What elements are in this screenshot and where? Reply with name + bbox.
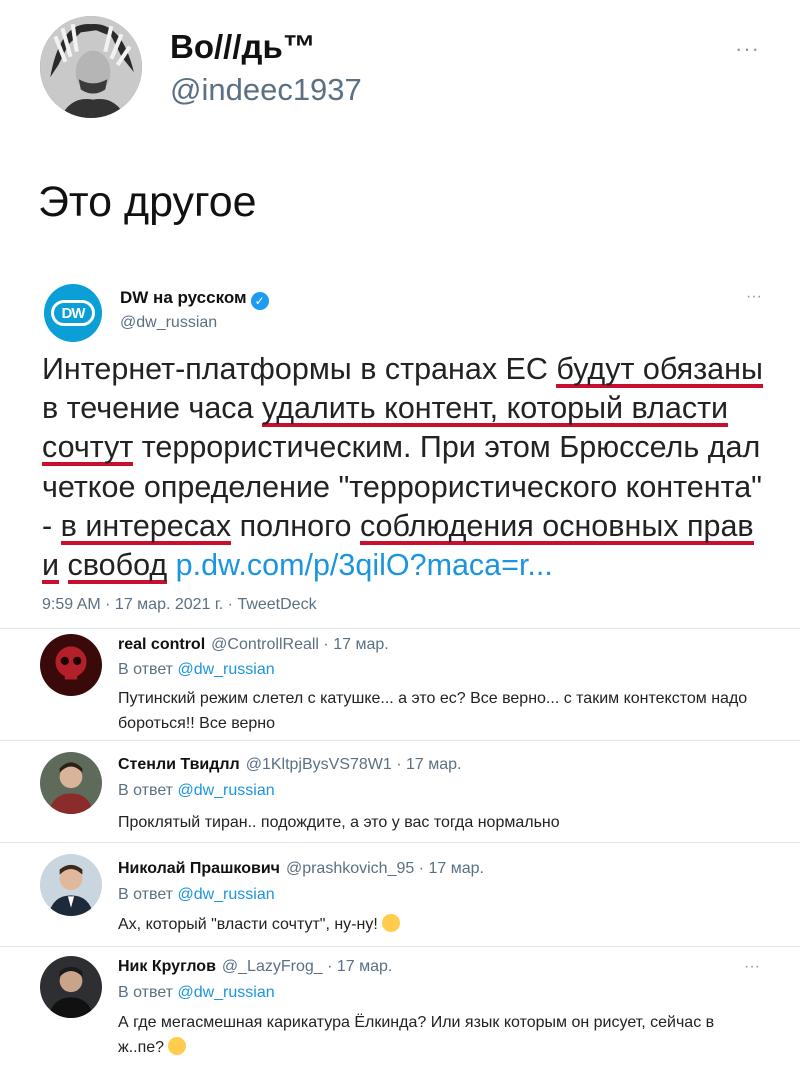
divider [0, 628, 800, 629]
reply-author-name[interactable]: Ник Круглов [118, 958, 216, 975]
reply-text: Ах, который "власти сочтут", ну-ну! [118, 912, 758, 937]
verified-badge-icon: ✓ [250, 292, 269, 310]
reply-text: Путинский режим слетел с катушке... а эт… [118, 690, 748, 732]
dw-more-icon[interactable]: ··· [746, 288, 762, 306]
reply-prefix: В ответ [118, 661, 178, 678]
person-avatar-icon [40, 956, 102, 1018]
reply-header: Стенли Твидлл @1KltpjBysVS78W1 · 17 мар. [118, 756, 462, 774]
person-avatar-icon [40, 752, 102, 814]
reply-author-name[interactable]: Николай Прашкович [118, 860, 280, 877]
reply-prefix: В ответ [118, 984, 178, 1001]
reply-avatar[interactable] [40, 634, 102, 696]
reply-text: А где мегасмешная карикатура Ёлкинда? Ил… [118, 1010, 758, 1060]
tweet-link[interactable]: p.dw.com/p/3qilO?maca=r... [176, 548, 553, 582]
reply-to-line: В ответ @dw_russian [118, 661, 275, 679]
outer-avatar[interactable] [40, 16, 142, 118]
dw-display-name[interactable]: DW на русском ✓ [120, 288, 269, 310]
dw-avatar[interactable]: DW [44, 284, 102, 342]
reply-header: Ник Круглов @_LazyFrog_ · 17 мар. [118, 958, 392, 976]
tweet-timestamp[interactable]: 9:59 AM · 17 мар. 2021 г. · TweetDeck [42, 596, 317, 614]
reply-text-content: Ах, который "власти сочтут", ну-ну! [118, 916, 378, 933]
reply-to-line: В ответ @dw_russian [118, 886, 275, 904]
divider [0, 740, 800, 741]
reply-more-icon[interactable]: ··· [744, 958, 760, 976]
reply-mention[interactable]: @dw_russian [177, 984, 274, 1001]
reply-prefix: В ответ [118, 782, 178, 799]
underlined-segment: будут обязаны [556, 352, 763, 386]
dw-name-text: DW на русском [120, 288, 247, 307]
dw-tweet-text: Интернет-платформы в странах ЕС будут об… [42, 350, 772, 585]
dw-logo: DW [51, 300, 95, 326]
dw-handle[interactable]: @dw_russian [120, 314, 217, 332]
reply-header: real control @ControllReall · 17 мар. [118, 636, 389, 654]
reply-header: Николай Прашкович @prashkovich_95 · 17 ма… [118, 860, 484, 878]
divider [0, 842, 800, 843]
reply-avatar[interactable] [40, 854, 102, 916]
text-segment: полного [231, 508, 360, 543]
reply-avatar[interactable] [40, 752, 102, 814]
underlined-segment: в интересах [60, 508, 232, 543]
reply-to-line: В ответ @dw_russian [118, 782, 275, 800]
reply-handle-date[interactable]: @1KltpjBysVS78W1 · 17 мар. [246, 756, 462, 773]
relieved-face-emoji-icon [168, 1037, 187, 1055]
ok-hand-emoji-icon [381, 914, 400, 932]
reply-handle-date[interactable]: @ControllReall · 17 мар. [211, 636, 389, 653]
reply-mention[interactable]: @dw_russian [177, 782, 274, 799]
underlined-segment: сочтут [42, 430, 134, 465]
outer-more-icon[interactable]: ··· [735, 36, 760, 62]
person-avatar-icon [40, 854, 102, 916]
reply-mention[interactable]: @dw_russian [177, 661, 274, 678]
skull-avatar-icon [40, 634, 102, 696]
text-segment [59, 548, 67, 582]
reply-handle-date[interactable]: @prashkovich_95 · 17 мар. [286, 860, 484, 877]
text-segment: Интернет-платформы в странах ЕС [42, 352, 557, 386]
underlined-segment: удалить контент, который власти [261, 391, 729, 426]
reply-handle-date[interactable]: @_LazyFrog_ · 17 мар. [222, 958, 392, 975]
text-segment: в течение часа [42, 391, 262, 426]
outer-handle[interactable]: @indeec1937 [170, 72, 362, 108]
reply-mention[interactable]: @dw_russian [177, 886, 274, 903]
reply-author-name[interactable]: real control [118, 636, 205, 653]
reply-to-line: В ответ @dw_russian [118, 984, 275, 1002]
outer-tweet-text: Это другое [38, 178, 257, 226]
avatar-portrait-icon [40, 16, 142, 118]
outer-display-name[interactable]: Во///дь™ [170, 28, 316, 66]
reply-prefix: В ответ [118, 886, 178, 903]
divider [0, 946, 800, 947]
text-segment [167, 548, 175, 582]
reply-avatar[interactable] [40, 956, 102, 1018]
underlined-segment: свобод [67, 548, 168, 583]
reply-text: Проклятый тиран.. подождите, а это у вас… [118, 814, 560, 831]
reply-author-name[interactable]: Стенли Твидлл [118, 756, 240, 773]
reply-text-content: А где мегасмешная карикатура Ёлкинда? Ил… [118, 1014, 715, 1056]
